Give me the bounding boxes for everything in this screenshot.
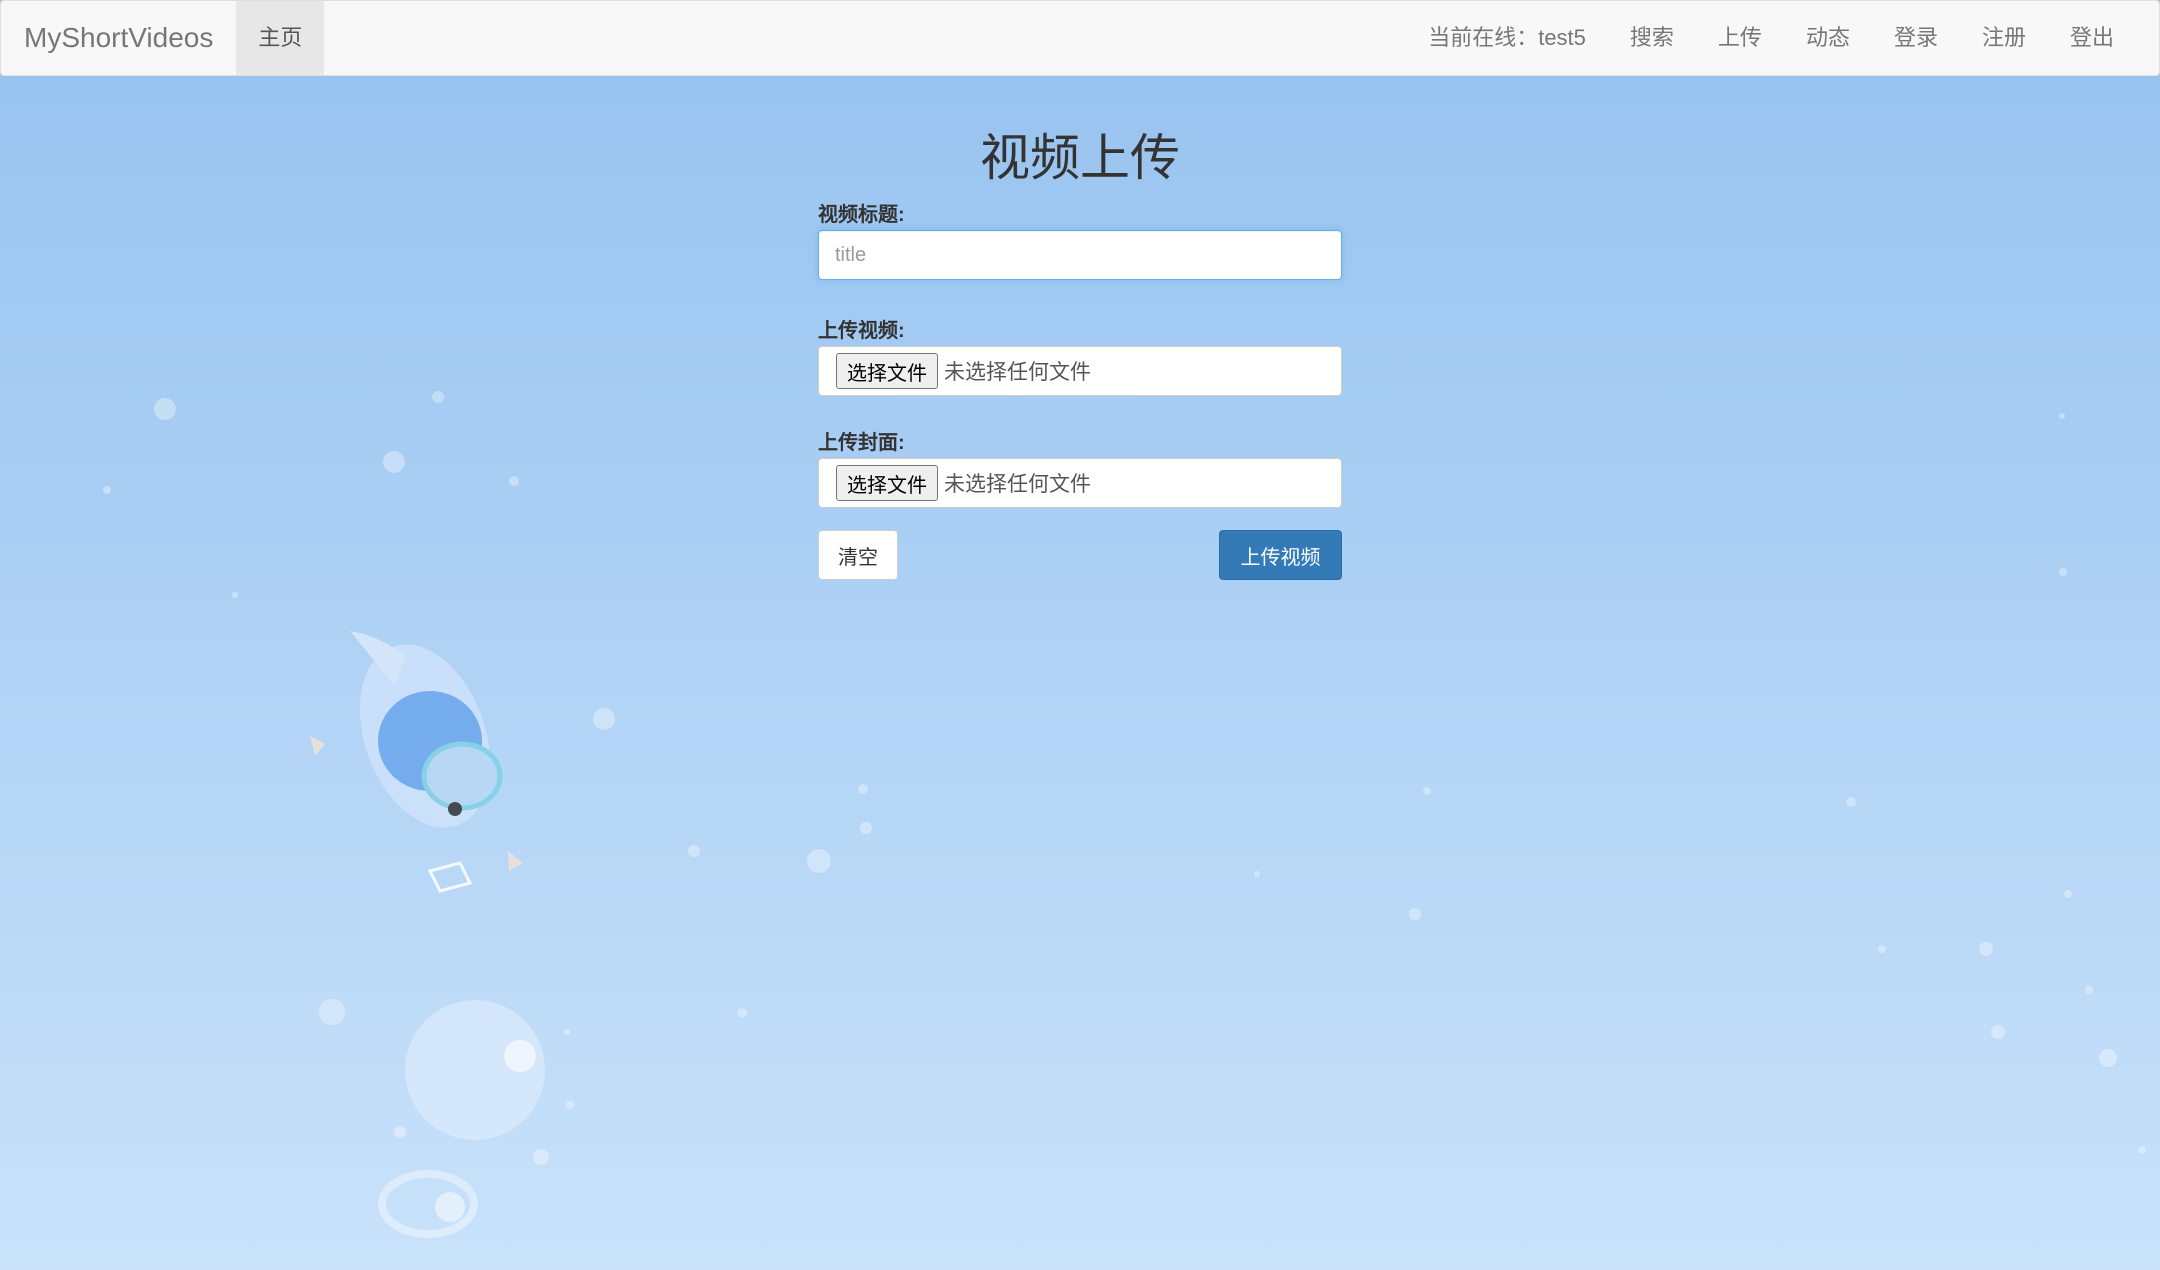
large-bubble-icon xyxy=(405,1000,545,1140)
choose-video-file-button[interactable]: 选择文件 xyxy=(836,353,938,389)
nav-home[interactable]: 主页 xyxy=(236,1,325,75)
video-title-input[interactable] xyxy=(818,230,1342,280)
nav-search[interactable]: 搜索 xyxy=(1608,0,1696,76)
cover-file-label: 上传封面: xyxy=(818,432,905,454)
video-file-label: 上传视频: xyxy=(818,320,905,342)
upload-video-button[interactable]: 上传视频 xyxy=(1219,530,1342,580)
nav-register[interactable]: 注册 xyxy=(1960,0,2048,76)
nav-login[interactable]: 登录 xyxy=(1872,0,1960,76)
nav-right-group: 当前在线：test5 搜索 上传 动态 登录 注册 登出 xyxy=(1406,0,2159,76)
cover-file-picker: 选择文件 未选择任何文件 xyxy=(818,458,1342,508)
clear-button[interactable]: 清空 xyxy=(818,530,898,580)
choose-cover-file-button[interactable]: 选择文件 xyxy=(836,465,938,501)
online-user-status: 当前在线：test5 xyxy=(1428,25,1586,50)
nav-feed[interactable]: 动态 xyxy=(1784,0,1872,76)
brand-logo[interactable]: MyShortVideos xyxy=(1,0,236,76)
nav-upload[interactable]: 上传 xyxy=(1696,0,1784,76)
upload-form: 视频上传 视频标题: 上传视频: 选择文件 未选择任何文件 上传封面: 选择文件… xyxy=(818,120,1342,580)
cover-file-status: 未选择任何文件 xyxy=(944,473,1091,496)
page-title: 视频上传 xyxy=(980,130,1180,186)
form-actions: 清空 上传视频 xyxy=(818,530,1342,580)
video-file-picker: 选择文件 未选择任何文件 xyxy=(818,346,1342,396)
dolphin-mascot-icon xyxy=(310,631,523,893)
video-file-status: 未选择任何文件 xyxy=(944,361,1091,384)
video-title-label: 视频标题: xyxy=(818,204,905,226)
nav-logout[interactable]: 登出 xyxy=(2048,0,2136,76)
top-navbar: MyShortVideos 主页 当前在线：test5 搜索 上传 动态 登录 … xyxy=(0,0,2160,76)
